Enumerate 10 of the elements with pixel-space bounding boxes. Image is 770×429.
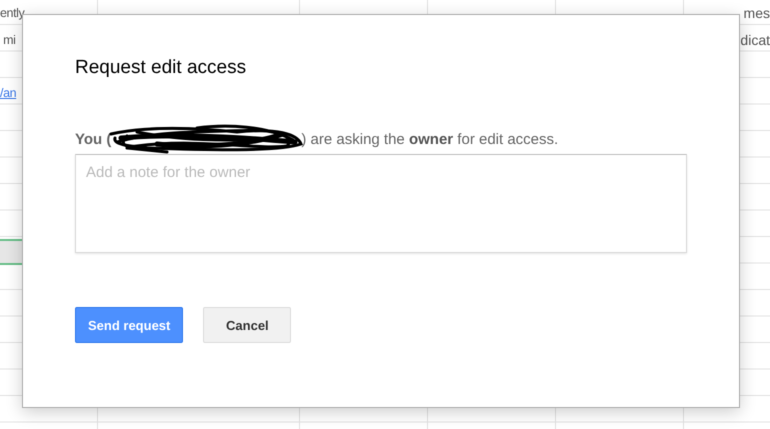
cancel-button[interactable]: Cancel xyxy=(203,307,292,343)
cell-text: mes xyxy=(744,5,770,22)
dialog-title: Request edit access xyxy=(75,57,246,79)
cell-link[interactable]: /an xyxy=(0,86,16,100)
message-text: ) are asking the owner for edit access. xyxy=(301,130,558,148)
send-request-button[interactable]: Send request xyxy=(75,307,184,343)
note-field[interactable]: Add a note for the owner xyxy=(75,154,687,253)
cell-text: mi xyxy=(2,32,16,47)
cell-text: ently xyxy=(0,6,24,20)
cell-text: dicat xyxy=(740,32,770,48)
